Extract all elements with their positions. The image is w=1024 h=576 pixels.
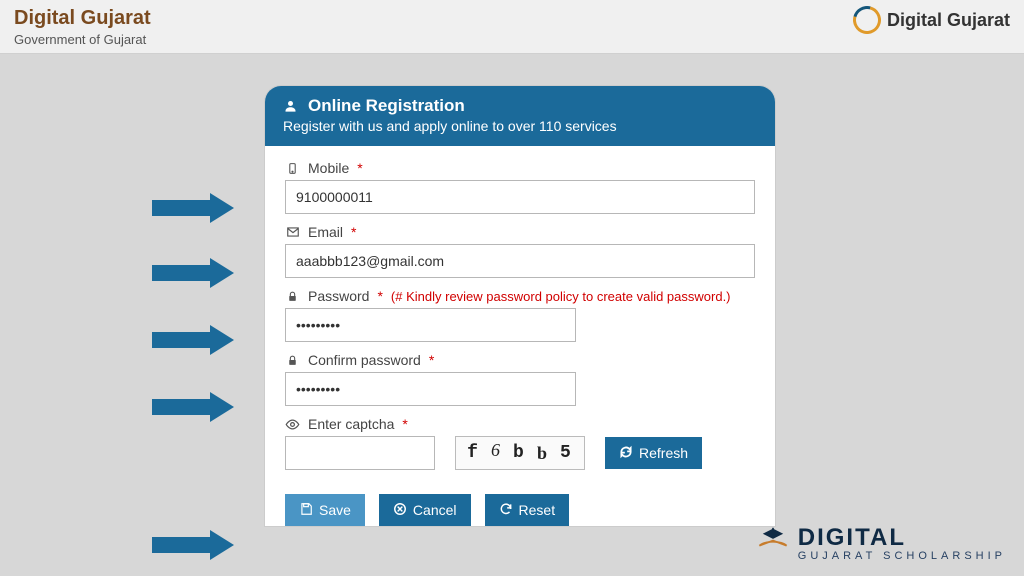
watermark-title: DIGITAL bbox=[798, 524, 906, 552]
header-logo-text: Digital Gujarat bbox=[887, 10, 1010, 31]
email-field-row: Email* bbox=[285, 224, 755, 278]
registration-card: Online Registration Register with us and… bbox=[265, 86, 775, 526]
site-subtitle: Government of Gujarat bbox=[14, 32, 151, 47]
cancel-label: Cancel bbox=[413, 502, 457, 518]
annotation-arrow bbox=[152, 325, 242, 355]
password-hint: (# Kindly review password policy to crea… bbox=[391, 289, 731, 304]
card-header: Online Registration Register with us and… bbox=[265, 86, 775, 146]
email-label: Email bbox=[308, 224, 343, 240]
captcha-field-row: Enter captcha * f6bb5 Refresh bbox=[285, 416, 755, 470]
eye-icon bbox=[285, 417, 300, 432]
annotation-arrow bbox=[152, 258, 242, 288]
refresh-icon bbox=[619, 445, 633, 462]
reset-icon bbox=[499, 502, 513, 519]
confirm-password-input[interactable] bbox=[285, 372, 576, 406]
watermark-sub: GUJARAT SCHOLARSHIP bbox=[798, 550, 1006, 562]
card-subtitle: Register with us and apply online to ove… bbox=[283, 118, 757, 134]
watermark: DIGITAL GUJARAT SCHOLARSHIP bbox=[756, 524, 1006, 562]
annotation-arrow bbox=[152, 530, 242, 560]
brand-block: Digital Gujarat Government of Gujarat bbox=[14, 6, 151, 47]
reset-label: Reset bbox=[519, 502, 556, 518]
confirm-field-row: Confirm password* bbox=[285, 352, 755, 406]
password-label: Password bbox=[308, 288, 369, 304]
logo-icon bbox=[853, 6, 886, 34]
lock-icon bbox=[285, 290, 300, 303]
confirm-label: Confirm password bbox=[308, 352, 421, 368]
graduation-icon bbox=[756, 525, 790, 551]
captcha-input[interactable] bbox=[285, 436, 435, 470]
lock-icon bbox=[285, 354, 300, 367]
save-button[interactable]: Save bbox=[285, 494, 365, 526]
button-row: Save Cancel Reset bbox=[265, 486, 775, 526]
annotation-arrow bbox=[152, 193, 242, 223]
mobile-input[interactable] bbox=[285, 180, 755, 214]
top-bar: Digital Gujarat Government of Gujarat Di… bbox=[0, 0, 1024, 54]
password-field-row: Password* (# Kindly review password poli… bbox=[285, 288, 755, 342]
mobile-icon bbox=[285, 162, 300, 175]
save-icon bbox=[299, 502, 313, 519]
user-icon bbox=[283, 97, 298, 115]
mobile-field-row: Mobile* bbox=[285, 160, 755, 214]
email-input[interactable] bbox=[285, 244, 755, 278]
password-input[interactable] bbox=[285, 308, 576, 342]
refresh-button[interactable]: Refresh bbox=[605, 437, 702, 469]
card-title: Online Registration bbox=[308, 96, 465, 116]
refresh-label: Refresh bbox=[639, 445, 688, 461]
annotation-arrow bbox=[152, 392, 242, 422]
save-label: Save bbox=[319, 502, 351, 518]
reset-button[interactable]: Reset bbox=[485, 494, 570, 526]
site-title: Digital Gujarat bbox=[14, 6, 151, 30]
email-icon bbox=[285, 225, 300, 239]
captcha-label: Enter captcha bbox=[308, 416, 394, 432]
header-logo: Digital Gujarat bbox=[853, 6, 1010, 34]
cancel-button[interactable]: Cancel bbox=[379, 494, 471, 526]
cancel-icon bbox=[393, 502, 407, 519]
captcha-image: f6bb5 bbox=[455, 436, 585, 470]
mobile-label: Mobile bbox=[308, 160, 349, 176]
